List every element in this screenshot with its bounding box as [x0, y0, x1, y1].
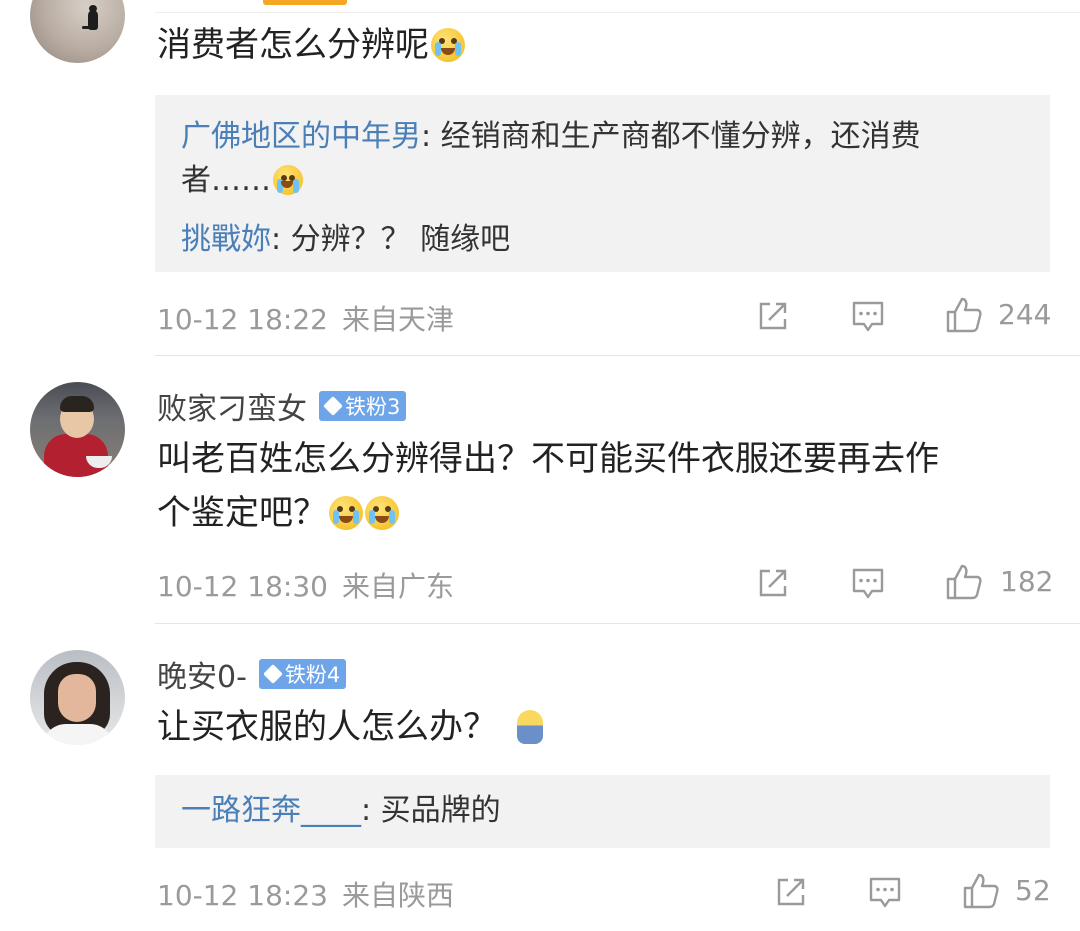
divider [155, 12, 1080, 13]
comment-text: 让买衣服的人怎么办？ [157, 700, 543, 754]
reply-username[interactable]: 广佛地区的中年男 [181, 119, 421, 154]
diamond-icon [323, 396, 343, 416]
like-icon[interactable] [944, 562, 984, 602]
reply-item[interactable]: 挑戰妳: 分辨？？ 随缘吧 [181, 218, 510, 262]
timestamp: 10-12 18:23 [157, 879, 328, 912]
timestamp: 10-12 18:22 [157, 303, 328, 336]
reply-item[interactable]: 一路狂奔____: 买品牌的 [181, 789, 501, 833]
comment-text: 叫老百姓怎么分辨得出？不可能买件衣服还要再去作 个鉴定吧？ [157, 439, 939, 533]
username[interactable]: 晚安0- 铁粉4 [157, 652, 347, 696]
top-accent-bar [263, 0, 347, 5]
avatar[interactable] [30, 0, 125, 63]
avatar[interactable] [30, 650, 125, 745]
laughing-crying-face-icon [329, 496, 363, 530]
like-icon[interactable] [961, 871, 1001, 911]
comment-icon[interactable] [867, 874, 903, 910]
avatar[interactable] [30, 382, 125, 477]
comment-meta: 10-12 18:22 来自天津 [157, 298, 454, 338]
share-icon[interactable] [755, 565, 791, 601]
reply-item[interactable]: 广佛地区的中年男: 经销商和生产商都不懂分辨，还消费 者…… [181, 115, 921, 203]
like-icon[interactable] [944, 295, 984, 335]
comment-icon[interactable] [850, 565, 886, 601]
fan-badge: 铁粉4 [258, 659, 347, 689]
like-count: 182 [1000, 565, 1054, 598]
username[interactable]: 败家刁蛮女 铁粉3 [157, 384, 407, 428]
comment-meta: 10-12 18:30 来自广东 [157, 565, 454, 605]
laughing-crying-face-icon [273, 165, 303, 195]
share-icon[interactable] [755, 298, 791, 334]
comment-icon[interactable] [850, 298, 886, 334]
reply-username[interactable]: 一路狂奔____ [181, 793, 361, 828]
laughing-crying-face-icon [365, 496, 399, 530]
divider [155, 623, 1080, 624]
reply-box[interactable]: 一路狂奔____: 买品牌的 [155, 775, 1050, 848]
reply-username[interactable]: 挑戰妳 [181, 222, 271, 257]
location: 来自广东 [341, 570, 454, 603]
like-count: 244 [998, 298, 1052, 331]
comment-meta: 10-12 18:23 来自陕西 [157, 874, 454, 914]
location: 来自天津 [341, 303, 454, 336]
divider [155, 355, 1080, 356]
shy-face-icon [517, 710, 543, 744]
fan-badge: 铁粉3 [319, 391, 407, 421]
comment-text: 消费者怎么分辨呢 [157, 18, 465, 72]
reply-box[interactable]: 广佛地区的中年男: 经销商和生产商都不懂分辨，还消费 者…… 挑戰妳: 分辨？？… [155, 95, 1050, 272]
comment-feed: 消费者怎么分辨呢 广佛地区的中年男: 经销商和生产商都不懂分辨，还消费 者…… … [0, 0, 1080, 931]
timestamp: 10-12 18:30 [157, 570, 328, 603]
location: 来自陕西 [341, 879, 454, 912]
diamond-icon [263, 664, 283, 684]
share-icon[interactable] [773, 874, 809, 910]
crying-face-icon [431, 28, 465, 62]
like-count: 52 [1015, 874, 1051, 907]
